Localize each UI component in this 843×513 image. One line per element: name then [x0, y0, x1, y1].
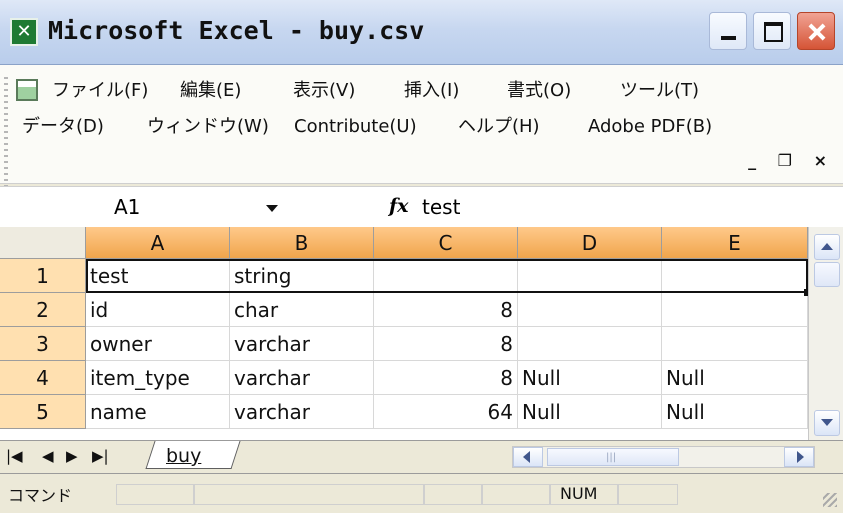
cell-b2[interactable]: char	[230, 293, 374, 327]
scroll-left-icon[interactable]	[513, 447, 543, 467]
cell-b1[interactable]: string	[230, 259, 374, 293]
row-header-4[interactable]: 4	[0, 361, 86, 395]
menu-file[interactable]: ファイル(F)	[52, 79, 148, 103]
row-header-5[interactable]: 5	[0, 395, 86, 429]
num-lock-indicator: NUM	[560, 484, 598, 503]
status-panel	[424, 484, 482, 505]
cell-d3[interactable]	[518, 327, 662, 361]
sheet-tab-bar: |◀ ◀ ▶ ▶| buy |||	[0, 440, 843, 474]
cell-c1[interactable]	[374, 259, 518, 293]
row-header-2[interactable]: 2	[0, 293, 86, 327]
status-bar: コマンド NUM	[0, 474, 843, 513]
menu-view[interactable]: 表示(V)	[293, 79, 355, 103]
cell-e3[interactable]	[662, 327, 808, 361]
cell-d2[interactable]	[518, 293, 662, 327]
cell-c2[interactable]: 8	[374, 293, 518, 327]
status-panel	[194, 484, 424, 505]
column-header-b[interactable]: B	[230, 227, 374, 259]
menu-window[interactable]: ウィンドウ(W)	[147, 115, 269, 139]
document-window-controls[interactable]: _ ❐ ×	[748, 151, 835, 171]
row-header-1[interactable]: 1	[0, 259, 86, 293]
status-panel	[116, 484, 194, 505]
cell-e1[interactable]	[662, 259, 808, 293]
menu-contribute[interactable]: Contribute(U)	[294, 115, 417, 139]
menu-adobe-pdf[interactable]: Adobe PDF(B)	[588, 115, 712, 139]
status-panel	[482, 484, 550, 505]
cell-c4[interactable]: 8	[374, 361, 518, 395]
last-sheet-icon[interactable]: ▶|	[92, 447, 109, 465]
column-header-c[interactable]: C	[374, 227, 518, 259]
resize-grip-icon[interactable]	[823, 493, 837, 507]
title-bar[interactable]: ✕ Microsoft Excel - buy.csv	[0, 0, 843, 65]
minimize-button[interactable]	[709, 12, 747, 50]
scroll-down-icon[interactable]	[814, 410, 840, 436]
scroll-right-icon[interactable]	[784, 447, 814, 467]
worksheet-icon[interactable]	[16, 79, 38, 101]
cell-a1[interactable]: test	[86, 259, 230, 293]
excel-app-icon[interactable]: ✕	[10, 18, 38, 46]
cell-e4[interactable]: Null	[662, 361, 808, 395]
status-mode: コマンド	[8, 486, 73, 505]
cell-d1[interactable]	[518, 259, 662, 293]
row-header-3[interactable]: 3	[0, 327, 86, 361]
select-all-corner[interactable]	[0, 227, 86, 259]
name-box-dropdown-icon[interactable]	[266, 205, 278, 212]
cell-a5[interactable]: name	[86, 395, 230, 429]
column-header-d[interactable]: D	[518, 227, 662, 259]
cell-e2[interactable]	[662, 293, 808, 327]
cell-d5[interactable]: Null	[518, 395, 662, 429]
formula-bar: A1 fx test	[0, 186, 843, 228]
column-header-e[interactable]: E	[662, 227, 808, 259]
cell-e5[interactable]: Null	[662, 395, 808, 429]
maximize-button[interactable]	[753, 12, 791, 50]
spreadsheet-grid[interactable]: A B C D E 1 test string 2 id char 8 3 ow…	[0, 227, 811, 440]
formula-input[interactable]: test	[422, 195, 460, 219]
scroll-up-icon[interactable]	[814, 234, 840, 260]
cell-c5[interactable]: 64	[374, 395, 518, 429]
cell-b4[interactable]: varchar	[230, 361, 374, 395]
menu-data[interactable]: データ(D)	[22, 115, 104, 139]
horizontal-scroll-thumb[interactable]: |||	[547, 448, 679, 466]
name-box[interactable]: A1	[114, 195, 140, 219]
cell-a2[interactable]: id	[86, 293, 230, 327]
cell-a4[interactable]: item_type	[86, 361, 230, 395]
previous-sheet-icon[interactable]: ◀	[42, 447, 54, 465]
insert-function-icon[interactable]: fx	[389, 194, 409, 218]
vertical-scrollbar[interactable]	[808, 227, 843, 440]
cell-d4[interactable]: Null	[518, 361, 662, 395]
next-sheet-icon[interactable]: ▶	[66, 447, 78, 465]
close-button[interactable]	[797, 12, 835, 50]
menu-edit[interactable]: 編集(E)	[180, 79, 241, 103]
status-panel	[618, 484, 678, 505]
horizontal-scrollbar[interactable]: |||	[512, 446, 815, 468]
menu-insert[interactable]: 挿入(I)	[404, 79, 459, 103]
vertical-scroll-thumb[interactable]	[814, 262, 840, 287]
first-sheet-icon[interactable]: |◀	[6, 447, 23, 465]
cell-c3[interactable]: 8	[374, 327, 518, 361]
excel-window: ✕ Microsoft Excel - buy.csv ファイル(F) 編集(E…	[0, 0, 843, 513]
cell-b3[interactable]: varchar	[230, 327, 374, 361]
menu-help[interactable]: ヘルプ(H)	[458, 115, 540, 139]
cell-b5[interactable]: varchar	[230, 395, 374, 429]
menu-bar: ファイル(F) 編集(E) 表示(V) 挿入(I) 書式(O) ツール(T) デ…	[0, 65, 843, 237]
menu-tools[interactable]: ツール(T)	[620, 79, 699, 103]
window-title: Microsoft Excel - buy.csv	[48, 16, 425, 45]
column-header-a[interactable]: A	[86, 227, 230, 259]
sheet-tab-label[interactable]: buy	[166, 445, 201, 467]
menu-format[interactable]: 書式(O)	[507, 79, 571, 103]
scroll-thumb-grip: |||	[606, 452, 617, 463]
cell-a3[interactable]: owner	[86, 327, 230, 361]
